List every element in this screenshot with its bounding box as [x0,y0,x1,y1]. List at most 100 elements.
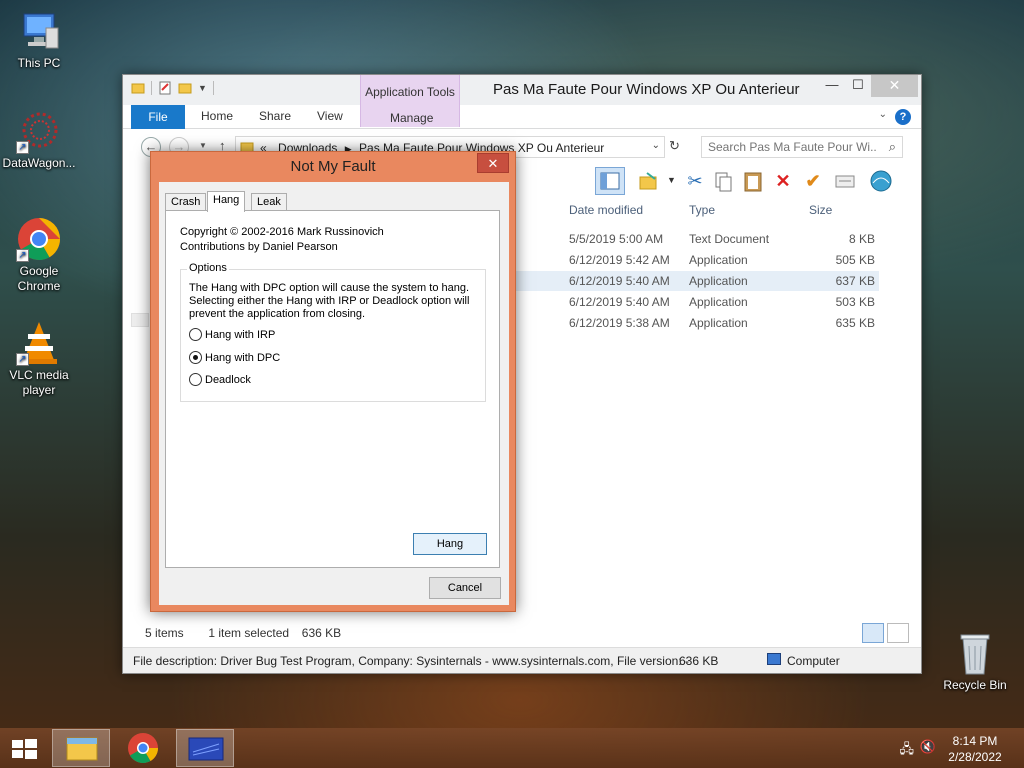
radio-deadlock[interactable]: Deadlock [189,373,251,386]
tab-view[interactable]: View [317,109,343,123]
hang-tab-page: Copyright © 2002-2016 Mark Russinovich C… [165,210,500,568]
desktop-icon-chrome[interactable]: ↗ Google Chrome [0,216,78,294]
search-input[interactable] [708,139,876,155]
radio-button[interactable] [189,373,202,386]
search-box[interactable]: ⌕ [701,136,903,158]
radio-hang-with-dpc[interactable]: Hang with DPC [189,351,280,364]
column-date-modified[interactable]: Date modified [569,203,643,217]
table-row[interactable]: 5/5/2019 5:00 AM Text Document 8 KB [513,229,879,249]
copy-icon[interactable] [711,169,735,193]
table-row[interactable]: 6/12/2019 5:38 AM Application 635 KB [513,313,879,333]
preview-pane-icon[interactable] [595,167,625,195]
folder-icon [131,83,145,94]
expand-ribbon-icon[interactable]: ⌄ [879,109,887,120]
start-button[interactable] [10,738,38,760]
tab-hang[interactable]: Hang [207,191,246,212]
large-icons-view-icon[interactable] [887,623,909,643]
description-line: prevent the application from closing. [189,308,366,320]
explorer-titlebar[interactable]: ▼ Pas Ma Faute Pour Windows XP Ou Anteri… [123,75,921,105]
dialog-close-button[interactable]: ✕ [477,153,509,173]
radio-button[interactable] [189,351,202,364]
clock-time: 8:14 PM [952,734,998,748]
tab-home[interactable]: Home [201,109,233,123]
column-type[interactable]: Type [689,203,715,217]
computer-icon [767,653,781,665]
details-size: 636 KB [679,654,719,668]
properties-icon[interactable] [158,81,172,95]
shell-icon[interactable] [869,169,893,193]
paste-icon[interactable] [741,169,765,193]
nav-pane-item[interactable] [131,313,149,327]
file-size: 503 KB [835,295,875,309]
not-my-fault-dialog: Not My Fault ✕ Crash Hang Leak Copyright… [150,151,516,612]
clock[interactable]: 8:14 PM 2/28/2022 [940,733,1010,765]
shortcut-arrow-icon: ↗ [16,249,29,262]
radio-label: Deadlock [205,373,251,386]
refresh-button[interactable]: ↻ [669,138,680,154]
network-icon[interactable]: 🖧 [900,740,915,762]
description-line: The Hang with DPC option will cause the … [189,282,470,294]
volume-muted-icon[interactable]: 🔇 [920,739,936,755]
taskbar-chrome[interactable] [114,729,172,767]
recent-locations-icon[interactable]: ▼ [199,141,207,150]
desktop-icon-recycle-bin[interactable]: Recycle Bin [936,630,1014,693]
file-explorer-icon [66,737,98,761]
hang-button[interactable]: Hang [413,533,487,555]
radio-label: Hang with DPC [205,351,281,364]
column-size[interactable]: Size [809,203,832,217]
tab-share[interactable]: Share [259,109,291,123]
table-row[interactable]: 6/12/2019 5:40 AM Application 503 KB [513,292,879,312]
file-type: Application [689,295,748,309]
contributions-line: Contributions by Daniel Pearson [180,241,338,253]
table-row-selected[interactable]: 6/12/2019 5:40 AM Application 637 KB [513,271,879,291]
file-type: Application [689,253,748,267]
minimize-button[interactable]: — [819,75,845,97]
toolbar-dropdown-icon[interactable]: ▼ [667,175,676,185]
shortcut-arrow-icon: ↗ [16,353,29,366]
status-selection: 1 item selected [208,626,290,640]
close-button[interactable]: ✕ [871,75,918,97]
status-item-count: 5 items [145,626,184,640]
tab-file[interactable]: File [131,105,185,129]
search-icon[interactable]: ⌕ [889,139,896,155]
details-view-icon[interactable] [862,623,884,643]
desktop-icon-vlc[interactable]: ↗ VLC media player [0,320,78,398]
desktop-icon-this-pc[interactable]: This PC [0,8,78,71]
qat-dropdown-icon[interactable]: ▼ [198,83,207,93]
desktop-icon-datawagon[interactable]: ↗ DataWagon... [0,108,78,171]
desktop-icon-label: This PC [17,56,61,70]
status-size: 636 KB [301,626,342,640]
folder-options-icon[interactable] [637,169,661,193]
file-size: 635 KB [835,316,875,330]
contextual-tab-label: Application Tools [365,85,455,99]
explorer-title: Pas Ma Faute Pour Windows XP Ou Anterieu… [493,81,800,98]
new-folder-icon[interactable] [178,81,192,95]
tab-crash[interactable]: Crash [165,193,207,211]
details-location: Computer [787,654,840,668]
radio-hang-with-irp[interactable]: Hang with IRP [189,328,275,341]
status-bar: 5 items 1 item selected 636 KB [145,626,341,640]
taskbar-file-explorer[interactable] [52,729,110,767]
tab-manage[interactable]: Manage [390,111,433,125]
file-date: 5/5/2019 5:00 AM [569,232,664,246]
delete-icon[interactable]: ✕ [771,169,795,193]
cut-icon[interactable]: ✂ [683,169,707,193]
file-size: 637 KB [835,274,875,288]
shortcut-arrow-icon: ↗ [16,141,29,154]
properties-icon[interactable] [833,169,857,193]
table-row[interactable]: 6/12/2019 5:42 AM Application 505 KB [513,250,879,270]
rename-icon[interactable]: ✔ [801,169,825,193]
help-icon[interactable]: ? [895,109,911,125]
file-type: Application [689,316,748,330]
cancel-button[interactable]: Cancel [429,577,501,599]
desktop-icon-label: Recycle Bin [943,678,1007,692]
file-date: 6/12/2019 5:40 AM [569,295,670,309]
radio-button[interactable] [189,328,202,341]
file-size: 8 KB [848,232,875,246]
maximize-button[interactable]: ☐ [845,75,871,97]
taskbar-not-my-fault[interactable] [176,729,234,767]
taskbar: 🖧 🔇 8:14 PM 2/28/2022 [0,728,1024,768]
address-dropdown-icon[interactable]: ⌄ [652,140,660,151]
command-toolbar: ▼ ✂ ✕ ✔ [589,165,919,195]
tab-leak[interactable]: Leak [251,193,287,211]
